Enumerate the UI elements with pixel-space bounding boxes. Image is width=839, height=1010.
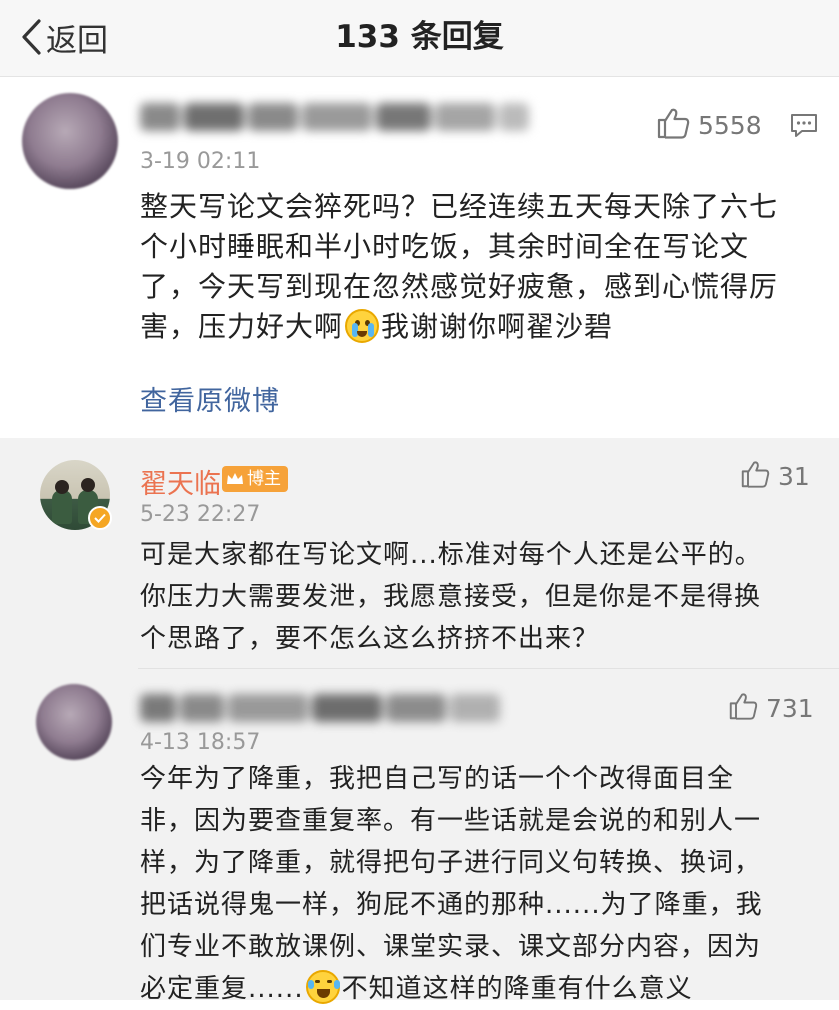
reply-author-name[interactable]: 翟天临	[140, 462, 221, 501]
comment-text: 整天写论文会猝死吗？已经连续五天每天除了六七 个小时睡眠和半小时吃饭，其余时间全…	[140, 187, 778, 347]
view-original-link[interactable]: 查看原微博	[140, 379, 280, 418]
thumbs-up-icon	[656, 107, 690, 143]
comment-text-line: 我谢谢你啊翟沙碧	[381, 310, 614, 343]
like-button[interactable]: 5558	[656, 107, 762, 143]
like-count: 5558	[698, 110, 762, 140]
reply-text-line: 把话说得鬼一样，狗屁不通的那种......为了降重，我	[140, 890, 763, 920]
thumbs-up-icon	[740, 460, 770, 492]
username-blurred[interactable]	[140, 99, 540, 137]
crown-icon	[227, 473, 243, 484]
reply-text-line: 可是大家都在写论文啊...标准对每个人还是公平的。	[140, 540, 762, 570]
comment-text-line: 了，今天写到现在忽然感觉好疲惫，感到心慌得厉	[140, 270, 779, 303]
reply-text-line: 们专业不敢放课例、课堂实录、课文部分内容，因为	[140, 932, 762, 962]
reply-time: 5-23 22:27	[140, 502, 261, 527]
reply-text-line: 样，为了降重，就得把句子进行同义句转换、换词，	[140, 848, 762, 878]
crying-face-icon	[345, 309, 380, 343]
page-title: 133 条回复	[335, 19, 504, 55]
reply-text: 可是大家都在写论文啊...标准对每个人还是公平的。 你压力大需要发泄，我愿意接受…	[140, 534, 762, 660]
badge-label: 博主	[247, 469, 281, 489]
like-button[interactable]: 731	[728, 692, 814, 724]
laughing-tears-icon	[305, 970, 340, 1004]
reply-text-line: 你压力大需要发泄，我愿意接受，但是你是不是得换	[140, 582, 762, 612]
like-button[interactable]: 31	[740, 460, 810, 492]
comment-time: 3-19 02:11	[140, 149, 261, 174]
avatar[interactable]	[36, 684, 112, 760]
comment-icon[interactable]	[790, 113, 818, 143]
like-count: 731	[766, 693, 814, 723]
avatar[interactable]	[22, 93, 118, 189]
blogger-badge: 博主	[222, 466, 288, 492]
reply-list: 翟天临 博主 5-23 22:27 31 可是大家都在写论文啊...标准对每个人…	[0, 438, 839, 1004]
reply-text: 今年为了降重，我把自己写的话一个个改得面目全 非，因为要查重复率。有一些话就是会…	[140, 758, 763, 1010]
like-count: 31	[778, 461, 810, 491]
reply-text-line: 非，因为要查重复率。有一些话就是会说的和别人一	[140, 806, 762, 836]
divider	[138, 668, 839, 669]
reply-time: 4-13 18:57	[140, 730, 261, 755]
comment-text-line: 整天写论文会猝死吗？已经连续五天每天除了六七	[140, 190, 779, 223]
username-blurred[interactable]	[140, 690, 520, 728]
thumbs-up-icon	[728, 692, 758, 724]
top-nav-bar: 返回 133 条回复	[0, 0, 839, 77]
reply-text-line: 今年为了降重，我把自己写的话一个个改得面目全	[140, 764, 735, 794]
comment-text-line: 害，压力好大啊	[140, 310, 344, 343]
comment-text-line: 个小时睡眠和半小时吃饭，其余时间全在写论文	[140, 230, 750, 263]
verified-badge-icon	[88, 506, 112, 530]
main-comment: 3-19 02:11 5558 整天写论文会猝死吗？已经连续五天每天除了六七 个…	[0, 77, 839, 438]
reply-text-line: 个思路了，要不怎么这么挤挤不出来？	[140, 624, 600, 654]
